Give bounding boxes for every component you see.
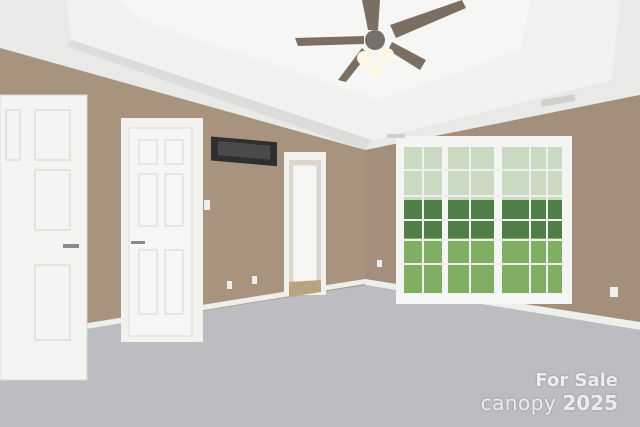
wall-outlet [227, 281, 232, 289]
watermark-for-sale: For Sale [535, 370, 618, 391]
empty-bedroom-photo: For Sale canopy 2025 [0, 0, 640, 427]
window-sill [396, 294, 572, 302]
light-switch [204, 200, 210, 210]
room-illustration [0, 0, 640, 427]
wall-outlet [377, 260, 382, 267]
fan-light [357, 51, 371, 65]
listing-watermark: For Sale canopy 2025 [458, 370, 618, 414]
bedroom-door-handle[interactable] [131, 241, 145, 244]
closet-door-handle[interactable] [63, 244, 79, 248]
wall-outlet [252, 276, 257, 284]
ceiling-vent [387, 134, 405, 138]
closet-door[interactable] [0, 94, 88, 381]
watermark-brand: canopy [480, 391, 557, 415]
watermark-year: 2025 [562, 391, 618, 415]
fan-light [371, 64, 383, 76]
open-door [292, 164, 318, 290]
watermark-brand-line: canopy 2025 [458, 393, 618, 413]
fan-light [380, 48, 394, 62]
wall-outlet [610, 287, 618, 297]
window-sky [404, 147, 562, 202]
